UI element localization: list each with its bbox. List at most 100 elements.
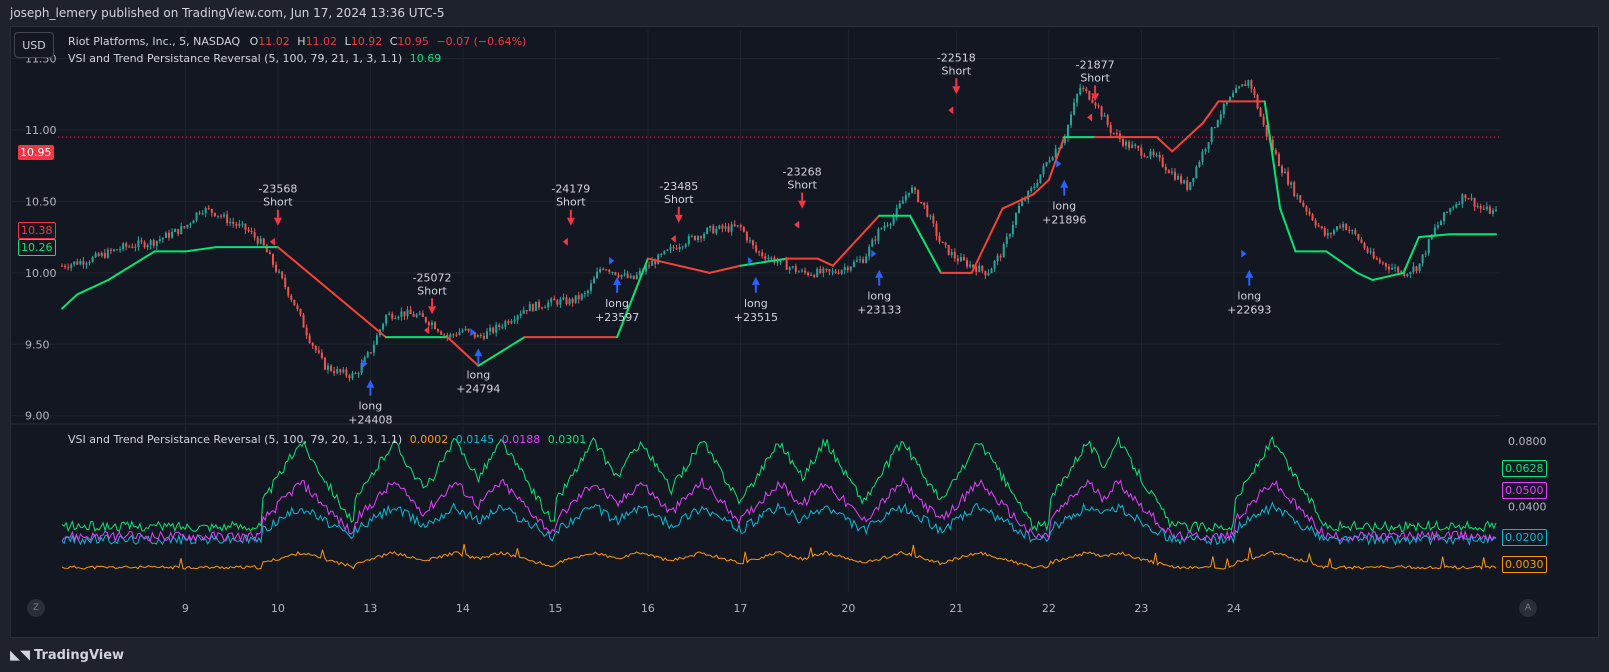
- footer: ◣◥ TradingView: [0, 640, 1609, 672]
- long-label: long: [1052, 200, 1076, 213]
- candle-body: [752, 240, 755, 246]
- candle-body: [1418, 263, 1421, 271]
- candle-body: [816, 268, 819, 277]
- short-pnl: -23268: [783, 166, 822, 179]
- candle-body: [186, 224, 189, 228]
- short-label: Short: [556, 196, 586, 209]
- candle-body: [440, 331, 443, 335]
- candle-body: [651, 261, 654, 266]
- candle-body: [1036, 182, 1039, 187]
- long-label: long: [466, 368, 490, 381]
- candle-body: [932, 215, 935, 224]
- candle-body: [1048, 160, 1051, 163]
- candle-body: [966, 260, 969, 267]
- ohlc-c-value: 10.95: [397, 35, 429, 48]
- short-arrow-icon: [273, 217, 282, 226]
- candle-body: [305, 327, 308, 336]
- grid: [10, 30, 1599, 592]
- candle-body: [1091, 99, 1094, 103]
- candle-body: [840, 270, 843, 274]
- candle-body: [275, 264, 278, 272]
- candle-body: [544, 307, 547, 309]
- a-button[interactable]: A: [1519, 599, 1537, 617]
- candle-body: [94, 253, 97, 258]
- candle-body: [1495, 209, 1497, 211]
- candle-body: [755, 245, 758, 252]
- candle-body: [1476, 206, 1479, 208]
- chart-canvas[interactable]: Short-23568long+24408Short-25072long+247…: [0, 0, 1609, 672]
- trend-segment: [1325, 250, 1359, 274]
- short-tick-icon: [948, 106, 954, 115]
- candle-body: [1189, 182, 1192, 190]
- osc-orange-tag: 0.0030: [1502, 556, 1547, 573]
- candle-body: [336, 369, 339, 374]
- x-tick-label: 9: [182, 602, 189, 615]
- candle-body: [519, 313, 522, 316]
- candle-body: [1183, 180, 1186, 184]
- candle-body: [684, 244, 687, 247]
- candle-body: [577, 295, 580, 300]
- candle-body: [418, 313, 421, 315]
- candle-body: [158, 239, 161, 241]
- candle-body: [975, 267, 978, 272]
- candle-body: [675, 248, 678, 250]
- candle-body: [174, 229, 177, 232]
- candle-body: [614, 272, 617, 275]
- trend-segment: [1263, 100, 1282, 210]
- tv-logo-icon: ◣◥: [10, 648, 30, 663]
- candle-body: [1421, 254, 1424, 264]
- candle-body: [745, 231, 748, 241]
- candle-body: [434, 322, 437, 330]
- osc-green-tag: 0.0628: [1502, 460, 1547, 477]
- candle-body: [1213, 127, 1216, 129]
- candle-body: [314, 345, 317, 351]
- candle-body: [1039, 174, 1042, 183]
- ohlc-o-value: 11.02: [258, 35, 290, 48]
- candle-body: [140, 240, 143, 242]
- candle-body: [541, 307, 544, 309]
- candle-body: [785, 260, 788, 270]
- currency-button[interactable]: USD: [14, 32, 54, 58]
- candle-body: [88, 262, 91, 264]
- candle-body: [1042, 165, 1045, 175]
- x-tick-label: 22: [1042, 602, 1056, 615]
- candle-body: [1045, 162, 1048, 166]
- candle-body: [1433, 227, 1436, 235]
- candle-body: [1033, 186, 1036, 188]
- candle-body: [593, 278, 596, 284]
- candle-body: [574, 295, 577, 303]
- candle-body: [776, 261, 779, 263]
- long-tick-icon: [609, 256, 615, 265]
- candle-body: [82, 260, 85, 265]
- candle-body: [1458, 203, 1461, 205]
- candle-body: [388, 313, 391, 316]
- candle-body: [1323, 228, 1326, 236]
- candle-body: [61, 265, 63, 267]
- price-change: −0.07 (−0.64%): [436, 35, 527, 48]
- candle-body: [687, 236, 690, 245]
- trend-segment: [477, 336, 526, 367]
- candle-body: [397, 316, 400, 319]
- candle-body: [1192, 177, 1195, 183]
- candle-body: [339, 369, 342, 373]
- trend-segment: [1155, 136, 1174, 153]
- indicator-sub-v2: 0.0145: [455, 433, 495, 446]
- short-pnl: -21877: [1076, 58, 1115, 71]
- candle-body: [1381, 262, 1384, 264]
- z-button[interactable]: Z: [27, 599, 45, 617]
- candle-body: [131, 246, 134, 248]
- candle-body: [198, 212, 201, 214]
- candle-body: [1342, 223, 1345, 228]
- indicator-main-label: VSI and Trend Persistance Reversal (5, 1…: [68, 52, 403, 65]
- candle-body: [788, 267, 791, 270]
- candle-body: [1241, 84, 1244, 87]
- candle-body: [516, 315, 519, 320]
- long-arrow-icon: [875, 269, 884, 278]
- candle-body: [956, 258, 959, 262]
- candles: [61, 79, 1497, 382]
- candle-body: [999, 255, 1002, 258]
- candle-body: [369, 352, 372, 354]
- candle-body: [1293, 182, 1296, 197]
- indicator-sub-legend: VSI and Trend Persistance Reversal (5, 1…: [68, 433, 586, 446]
- candle-body: [1250, 80, 1253, 89]
